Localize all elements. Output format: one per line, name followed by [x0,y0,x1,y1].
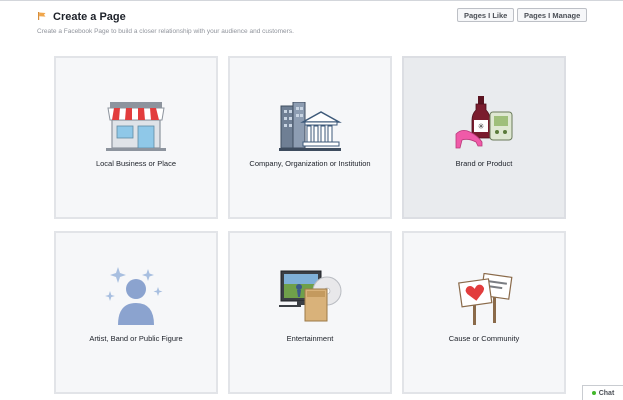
top-divider [0,0,623,1]
category-label: Local Business or Place [95,159,177,168]
category-label: Cause or Community [448,334,520,343]
flag-icon [37,8,47,26]
online-status-icon [591,391,596,395]
protest-signs-icon [404,263,564,327]
category-label: Entertainment [286,334,334,343]
category-label: Artist, Band or Public Figure [89,334,183,343]
media-icon [230,263,390,327]
category-tile-artist[interactable]: Artist, Band or Public Figure [54,231,218,394]
category-label: Brand or Product [455,159,513,168]
category-tile-brand-product[interactable]: ✳ Brand or Product [402,56,566,219]
star-person-icon [56,263,216,327]
page-subtitle: Create a Facebook Page to build a closer… [37,28,294,35]
page-title: Create a Page [53,11,126,23]
pages-i-manage-button[interactable]: Pages I Manage [517,8,588,22]
category-tile-company[interactable]: Company, Organization or Institution [228,56,392,219]
pages-i-like-button[interactable]: Pages I Like [457,8,515,22]
products-icon: ✳ [404,88,564,152]
buildings-icon [230,88,390,152]
chat-button[interactable]: Chat [582,385,623,400]
page-header: Create a Page [37,8,126,26]
chat-label: Chat [598,389,615,397]
category-label: Company, Organization or Institution [249,159,371,168]
category-tile-cause-community[interactable]: Cause or Community [402,231,566,394]
storefront-icon [56,88,216,152]
category-tile-entertainment[interactable]: Entertainment [228,231,392,394]
svg-text:✳: ✳ [478,122,485,131]
category-tile-local-business[interactable]: Local Business or Place [54,56,218,219]
